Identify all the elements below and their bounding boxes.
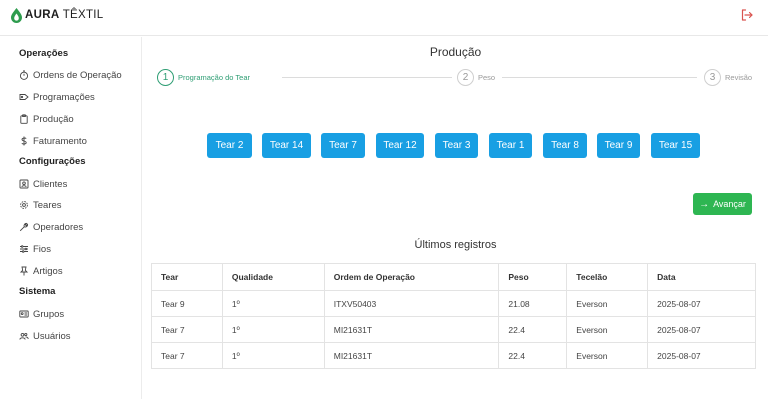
table-cell: 2025-08-07 <box>647 316 756 343</box>
sidebar-item-grupos[interactable]: Grupos <box>19 307 64 321</box>
table-cell: 1º <box>221 316 325 343</box>
tear-button[interactable]: Tear 7 <box>321 133 365 158</box>
column-header: Ordem de Operação <box>323 263 500 291</box>
table-cell: Everson <box>566 342 649 369</box>
top-bar: AURA TÊXTIL <box>0 0 768 36</box>
advance-button-label: Avançar <box>713 199 746 209</box>
step-label: Revisão <box>725 73 753 82</box>
table-cell: Tear 9 <box>151 290 223 317</box>
advance-button[interactable]: → Avançar <box>693 193 752 215</box>
leaf-drop-icon <box>11 7 22 23</box>
stepper-connector <box>502 77 697 78</box>
column-header: Peso <box>498 263 568 291</box>
records-title: Últimos registros <box>414 239 497 251</box>
logout-icon <box>741 9 753 21</box>
table-row[interactable]: Tear 7 1º MI21631T 22.4 Everson 2025-08-… <box>151 342 756 369</box>
table-cell: 22.4 <box>498 342 568 369</box>
table-cell: 2025-08-07 <box>647 342 756 369</box>
users-icon <box>19 332 29 340</box>
tear-button[interactable]: Tear 9 <box>597 133 640 158</box>
column-header: Tear <box>151 263 223 291</box>
step-number: 1 <box>157 69 174 86</box>
brand-name-bold: AURA <box>25 9 60 21</box>
wrench-icon <box>19 222 29 232</box>
tear-button[interactable]: Tear 12 <box>376 133 424 158</box>
table-cell: 2025-08-07 <box>647 290 756 317</box>
tag-icon <box>19 94 29 100</box>
sidebar: Operações Ordens de Operação Programaçõe… <box>0 37 142 399</box>
sidebar-item-usuarios[interactable]: Usuários <box>19 329 71 343</box>
stepper-connector <box>282 77 452 78</box>
step-peso[interactable]: 2 Peso <box>457 69 495 86</box>
sidebar-item-teares[interactable]: Teares <box>19 198 62 212</box>
tear-button[interactable]: Tear 3 <box>435 133 478 158</box>
step-label: Peso <box>478 73 496 82</box>
sidebar-item-faturamento[interactable]: Faturamento <box>19 134 87 148</box>
sidebar-item-producao[interactable]: Produção <box>19 112 74 126</box>
sidebar-item-label: Produção <box>33 113 74 125</box>
table-cell: ITXV50403 <box>323 290 500 317</box>
sidebar-section-operacoes: Operações <box>19 48 69 59</box>
sidebar-item-label: Grupos <box>33 308 65 320</box>
pin-icon <box>19 266 29 276</box>
gear-icon <box>20 201 28 209</box>
table-cell: 21.08 <box>498 290 568 317</box>
sidebar-item-operadores[interactable]: Operadores <box>19 220 83 234</box>
sidebar-item-label: Programações <box>33 91 95 103</box>
step-number: 2 <box>457 69 474 86</box>
sliders-icon <box>20 245 28 253</box>
sidebar-item-fios[interactable]: Fios <box>19 242 51 256</box>
sidebar-item-label: Artigos <box>33 265 63 277</box>
step-label: Programação do Tear <box>178 73 250 82</box>
sidebar-item-label: Ordens de Operação <box>33 69 122 81</box>
records-table: Tear Qualidade Ordem de Operação Peso Te… <box>151 263 756 369</box>
brand-name: AURA TÊXTIL <box>25 9 104 21</box>
table-cell: 22.4 <box>498 316 568 343</box>
table-row[interactable]: Tear 9 1º ITXV50403 21.08 Everson 2025-0… <box>151 290 756 317</box>
sidebar-item-label: Operadores <box>33 221 84 233</box>
table-row[interactable]: Tear 7 1º MI21631T 22.4 Everson 2025-08-… <box>151 316 756 343</box>
sidebar-item-label: Usuários <box>33 330 71 342</box>
clipboard-icon <box>20 114 28 124</box>
table-cell: Tear 7 <box>151 316 223 343</box>
brand-name-light: TÊXTIL <box>62 9 104 21</box>
sidebar-section-sistema: Sistema <box>19 286 56 297</box>
tear-button[interactable]: Tear 15 <box>651 133 700 158</box>
table-cell: Tear 7 <box>151 342 223 369</box>
stopwatch-icon <box>19 70 29 80</box>
sidebar-item-artigos[interactable]: Artigos <box>19 264 63 278</box>
sidebar-item-clientes[interactable]: Clientes <box>19 177 67 191</box>
contact-icon <box>19 179 29 189</box>
table-header-row: Tear Qualidade Ordem de Operação Peso Te… <box>151 263 756 291</box>
tear-button[interactable]: Tear 8 <box>543 133 587 158</box>
logout-button[interactable] <box>740 8 756 24</box>
step-programacao-do-tear[interactable]: 1 Programação do Tear <box>157 69 250 86</box>
sidebar-item-label: Faturamento <box>33 135 87 147</box>
sidebar-item-label: Teares <box>33 199 62 211</box>
step-revisao[interactable]: 3 Revisão <box>704 69 752 86</box>
table-cell: 1º <box>221 290 325 317</box>
dollar-icon <box>21 136 27 146</box>
sidebar-item-label: Fios <box>33 243 51 255</box>
sidebar-section-configuracoes: Configurações <box>19 156 86 167</box>
table-cell: 1º <box>221 342 325 369</box>
tear-button[interactable]: Tear 14 <box>262 133 311 158</box>
table-cell: Everson <box>566 290 649 317</box>
step-number: 3 <box>704 69 721 86</box>
brand-logo[interactable]: AURA TÊXTIL <box>11 7 104 23</box>
column-header: Qualidade <box>221 263 325 291</box>
page-title: Produção <box>429 45 482 59</box>
table-cell: MI21631T <box>323 342 500 369</box>
sidebar-item-programacoes[interactable]: Programações <box>19 90 95 104</box>
tear-button[interactable]: Tear 1 <box>489 133 532 158</box>
tear-button[interactable]: Tear 2 <box>207 133 252 158</box>
table-cell: MI21631T <box>323 316 500 343</box>
id-card-icon <box>19 310 29 318</box>
sidebar-item-label: Clientes <box>33 178 68 190</box>
sidebar-item-ordens-de-operacao[interactable]: Ordens de Operação <box>19 68 122 82</box>
column-header: Tecelão <box>566 263 649 291</box>
column-header: Data <box>647 263 756 291</box>
arrow-right-icon: → <box>699 198 710 210</box>
table-cell: Everson <box>566 316 649 343</box>
